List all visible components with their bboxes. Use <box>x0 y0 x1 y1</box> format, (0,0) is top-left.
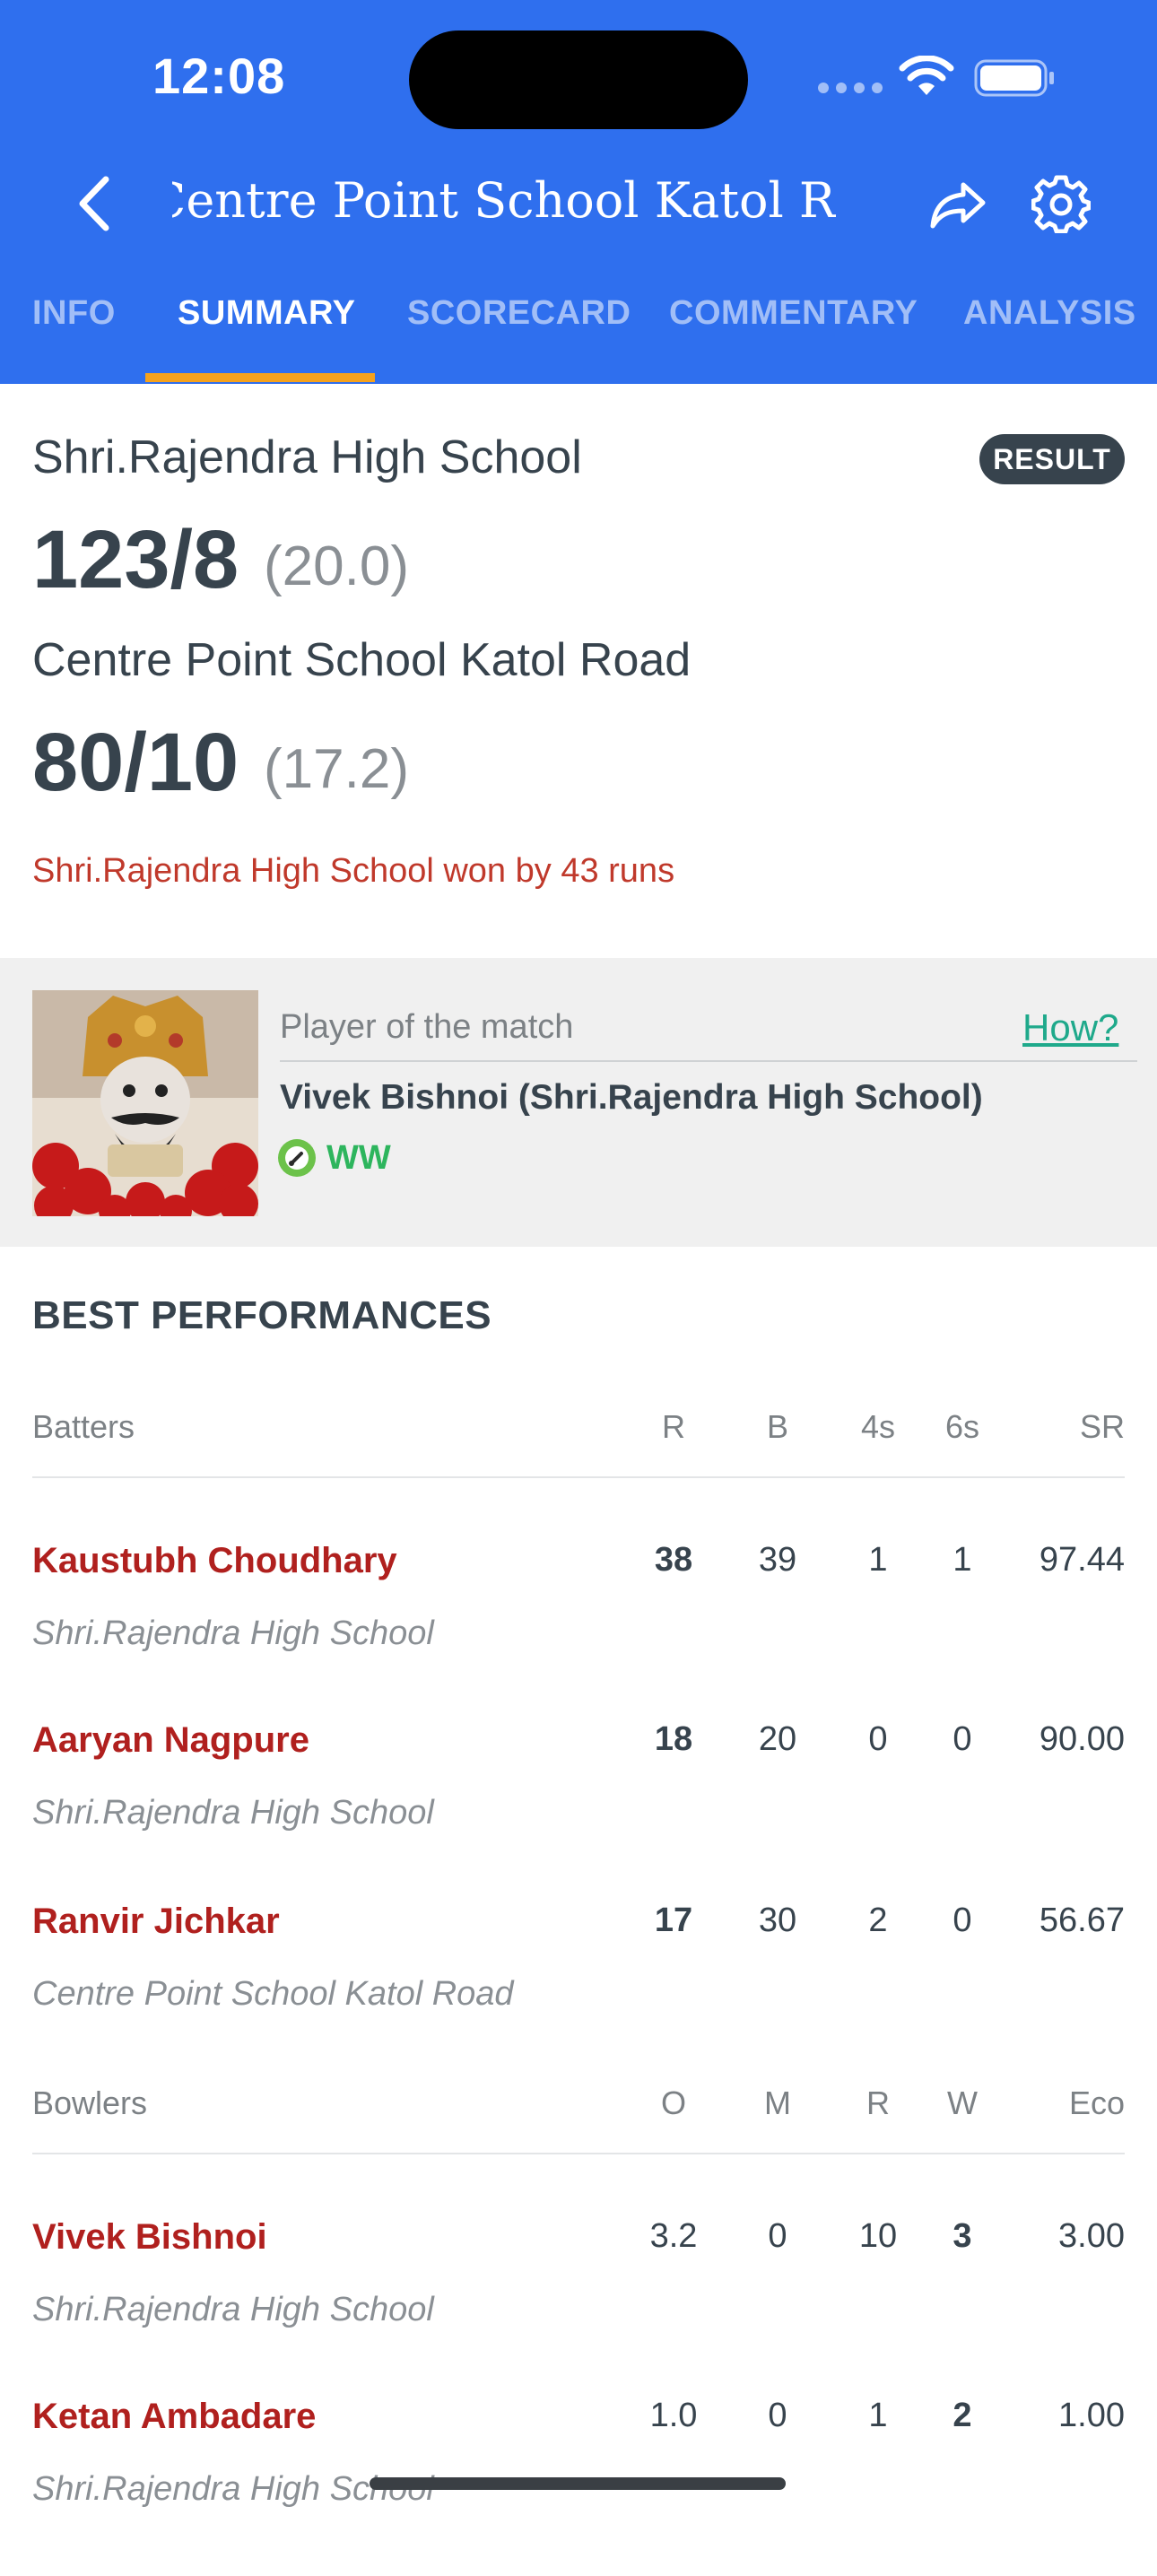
bowlers-table-header: Bowlers O M R W Eco <box>0 2084 1157 2138</box>
wifi-icon <box>899 56 954 95</box>
batter-row[interactable]: Kaustubh Choudhary Shri.Rajendra High Sc… <box>0 1541 1157 1720</box>
player-name[interactable]: Ketan Ambadare <box>32 2397 316 2437</box>
bowler-row[interactable]: Vivek Bishnoi Shri.Rajendra High School … <box>0 2217 1157 2397</box>
header-economy: Eco <box>1068 2084 1125 2121</box>
header-strike-rate: SR <box>1079 1408 1125 1445</box>
tab-scorecard[interactable]: SCORECARD <box>407 294 631 333</box>
cellular-signal-icon <box>818 83 883 93</box>
player-team: Shri.Rajendra High School <box>32 1794 434 1832</box>
status-time: 12:08 <box>152 48 286 104</box>
strike-rate-cell: 97.44 <box>1039 1541 1125 1579</box>
status-badge: RESULT <box>979 434 1125 484</box>
match-title-text: Centre Point School Katol Road vs Shri.R… <box>172 172 836 229</box>
header-runs: R <box>662 1408 685 1445</box>
dynamic-island <box>409 30 748 129</box>
player-team: Shri.Rajendra High School <box>32 2291 434 2328</box>
tab-commentary[interactable]: COMMENTARY <box>669 294 918 333</box>
potm-player-name: Vivek Bishnoi (Shri.Rajendra High School… <box>280 1078 983 1117</box>
balls-cell: 20 <box>758 1720 797 1758</box>
cricket-ball-icon <box>278 1139 316 1177</box>
home-indicator[interactable] <box>370 2477 786 2490</box>
header-balls: B <box>766 1408 788 1445</box>
team1-overs: (20.0) <box>264 535 409 597</box>
divider <box>32 1476 1125 1478</box>
divider <box>280 1060 1137 1062</box>
player-team: Shri.Rajendra High School <box>32 1614 434 1652</box>
team1-score: 123/8 <box>32 514 239 605</box>
maidens-cell: 0 <box>768 2217 787 2255</box>
strike-rate-cell: 56.67 <box>1039 1902 1125 1939</box>
overs-cell: 1.0 <box>649 2397 698 2434</box>
runs-cell: 38 <box>654 1541 693 1579</box>
active-tab-indicator <box>145 373 375 382</box>
tab-bar: INFO SUMMARY SCORECARD COMMENTARY ANALYS… <box>0 285 1157 384</box>
best-performances-heading: BEST PERFORMANCES <box>32 1293 492 1337</box>
how-link[interactable]: How? <box>1022 1006 1118 1049</box>
tab-summary[interactable]: SUMMARY <box>178 294 355 333</box>
economy-cell: 1.00 <box>1058 2397 1125 2434</box>
player-name[interactable]: Ranvir Jichkar <box>32 1902 280 1942</box>
header-bowlers: Bowlers <box>32 2084 148 2121</box>
team2-overs: (17.2) <box>264 738 409 800</box>
match-title: Centre Point School Katol Road vs Shri.R… <box>172 169 836 240</box>
header-maidens: M <box>764 2084 791 2121</box>
player-team: Centre Point School Katol Road <box>32 1975 514 2013</box>
batter-row[interactable]: Aaryan Nagpure Shri.Rajendra High School… <box>0 1720 1157 1900</box>
divider <box>32 2153 1125 2154</box>
match-result: Shri.Rajendra High School won by 43 runs <box>32 852 675 890</box>
back-chevron-icon[interactable] <box>72 172 117 235</box>
potm-performance-tag: WW <box>276 1137 391 1179</box>
runs-cell: 18 <box>654 1720 693 1758</box>
header-overs: O <box>660 2084 686 2121</box>
tab-analysis[interactable]: ANALYSIS <box>963 294 1136 333</box>
overs-cell: 3.2 <box>649 2217 698 2255</box>
potm-label: Player of the match <box>280 1008 574 1046</box>
batters-table-header: Batters R B 4s 6s SR <box>0 1408 1157 1462</box>
potm-tag-text: WW <box>326 1138 391 1177</box>
player-name[interactable]: Aaryan Nagpure <box>32 1720 309 1761</box>
runs-cell: 17 <box>654 1902 693 1939</box>
player-photo <box>32 990 258 1216</box>
player-name[interactable]: Kaustubh Choudhary <box>32 1541 397 1581</box>
share-icon[interactable] <box>929 174 988 233</box>
player-name[interactable]: Vivek Bishnoi <box>32 2217 267 2258</box>
team1-name: Shri.Rajendra High School <box>32 431 582 483</box>
maidens-cell: 0 <box>768 2397 787 2434</box>
balls-cell: 39 <box>758 1541 797 1579</box>
tab-info[interactable]: INFO <box>32 294 116 333</box>
economy-cell: 3.00 <box>1058 2217 1125 2255</box>
balls-cell: 30 <box>758 1902 797 1939</box>
battery-icon <box>974 59 1054 97</box>
batter-row[interactable]: Ranvir Jichkar Centre Point School Katol… <box>0 1902 1157 2081</box>
team2-score: 80/10 <box>32 717 239 808</box>
header-batters: Batters <box>32 1408 135 1445</box>
strike-rate-cell: 90.00 <box>1039 1720 1125 1758</box>
team2-name: Centre Point School Katol Road <box>32 634 692 686</box>
app-header: 12:08 Centre Point School Katol Road vs … <box>0 0 1157 384</box>
gear-icon[interactable] <box>1031 174 1091 233</box>
player-of-match-card[interactable]: Player of the match How? Vivek Bishnoi (… <box>0 958 1157 1247</box>
